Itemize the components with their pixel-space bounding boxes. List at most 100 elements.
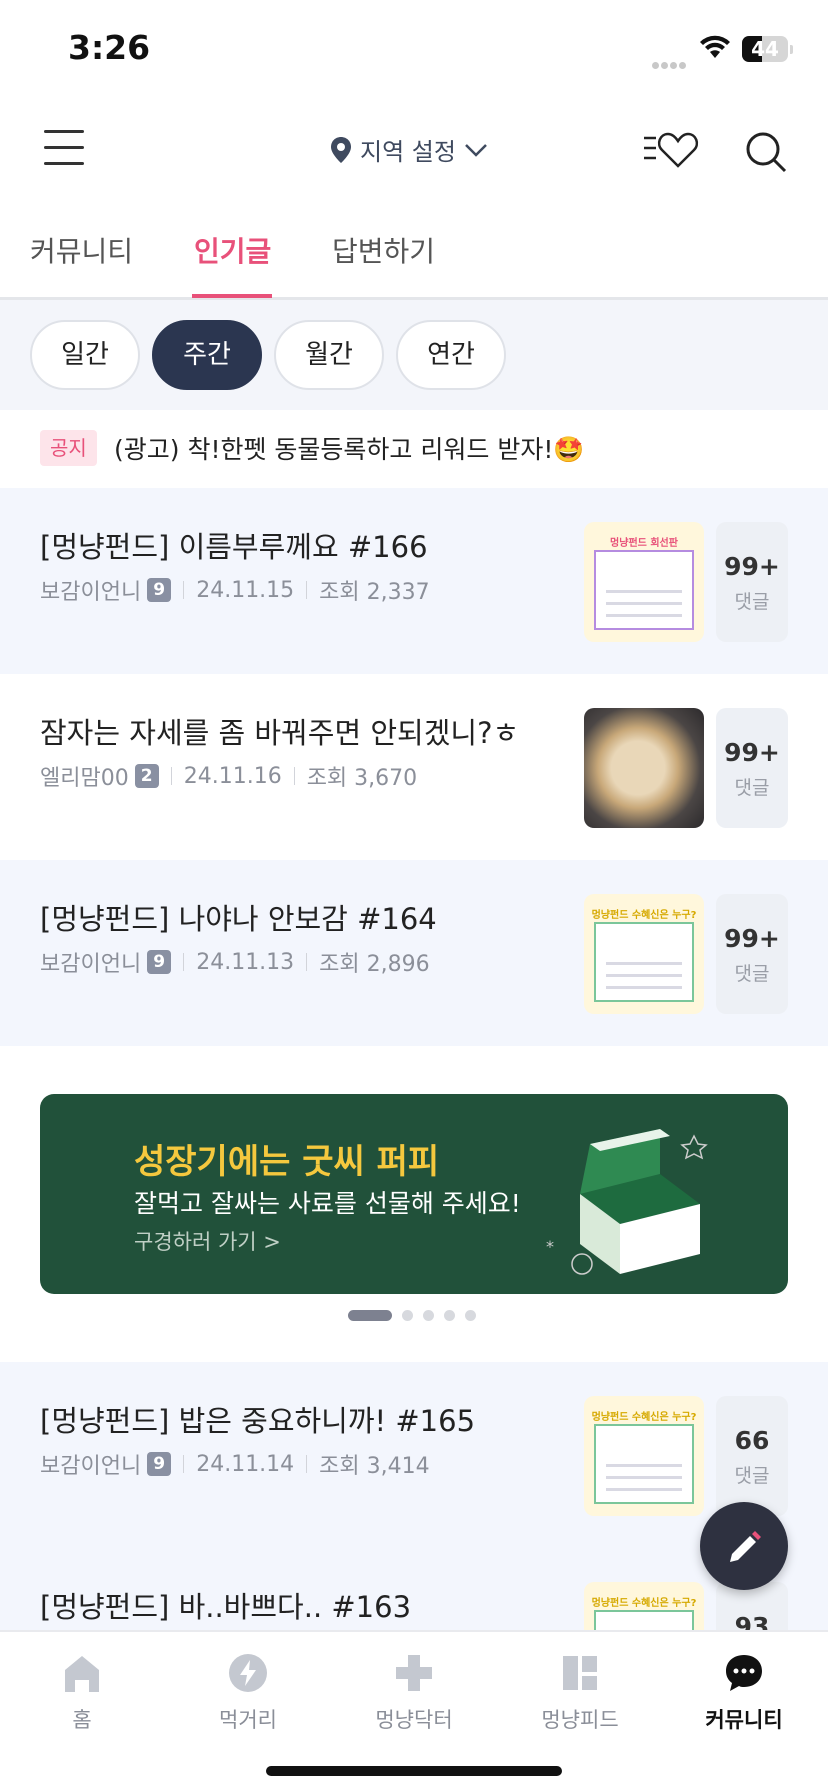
post-title: [멍냥펀드] 밥은 중요하니까! #165 xyxy=(40,1404,476,1438)
user-level-badge: 9 xyxy=(147,578,172,602)
pencil-icon xyxy=(730,1531,761,1562)
feed-icon xyxy=(563,1656,597,1690)
pagination-dot[interactable] xyxy=(444,1310,455,1321)
post-meta: 보감이언니 9 24.11.14 조회 3,414 xyxy=(40,1448,430,1480)
pagination-dot-active[interactable] xyxy=(348,1310,392,1321)
post-thumbnail: 멍냥펀드 수혜신은 누구? xyxy=(584,1396,704,1516)
dog-photo xyxy=(584,708,704,828)
top-tabs: 커뮤니티 인기글 답변하기 xyxy=(0,200,828,300)
battery-icon: 44 xyxy=(742,36,788,62)
food-icon xyxy=(229,1654,267,1692)
nav-community-label: 커뮤니티 xyxy=(705,1708,783,1732)
tab-community[interactable]: 커뮤니티 xyxy=(30,230,133,270)
banner-subtext: 잘먹고 잘싸는 사료를 선물해 주세요! xyxy=(134,1189,521,1218)
comment-count-label: 댓글 xyxy=(734,591,770,613)
post-views: 조회 2,337 xyxy=(319,580,430,605)
menu-icon[interactable] xyxy=(44,130,84,166)
post-thumbnail: 멍냥펀드 수혜신은 누구? xyxy=(584,1582,704,1630)
thumbnail-heading: 멍냥펀드 수혜신은 누구? xyxy=(591,1412,697,1423)
period-weekly-button[interactable]: 주간 xyxy=(152,320,262,390)
post-item[interactable]: [멍냥펀드] 이름부루께요 #166 보감이언니 9 24.11.15 조회 2… xyxy=(0,488,828,674)
period-yearly-button[interactable]: 연간 xyxy=(396,320,506,390)
nav-feed[interactable]: 멍냥피드 xyxy=(520,1652,640,1734)
pagination-dot[interactable] xyxy=(402,1310,413,1321)
post-views: 조회 3,670 xyxy=(306,766,418,791)
comment-count: 99+ 댓글 xyxy=(716,894,788,1014)
thumbnail-heading: 멍냥펀드 수혜신은 누구? xyxy=(591,910,697,921)
location-pin-icon xyxy=(331,136,351,163)
post-date: 24.11.14 xyxy=(196,1451,295,1477)
app-header: 지역 설정 xyxy=(0,100,828,200)
notice-badge: 공지 xyxy=(40,430,97,466)
user-level-badge: 9 xyxy=(147,1452,172,1476)
favorites-list-icon[interactable] xyxy=(642,130,700,170)
nav-home[interactable]: 홈 xyxy=(22,1652,142,1734)
user-level-badge: 9 xyxy=(147,950,172,974)
banner-headline: 성장기에는 굿씨 퍼피 xyxy=(134,1142,440,1182)
period-monthly-button[interactable]: 월간 xyxy=(274,320,384,390)
comment-count-value: 99+ xyxy=(724,552,780,581)
post-item[interactable]: [멍냥펀드] 밥은 중요하니까! #165 보감이언니 9 24.11.14 조… xyxy=(0,1362,828,1548)
home-indicator xyxy=(266,1766,562,1776)
post-date: 24.11.16 xyxy=(183,763,282,789)
user-level-badge: 2 xyxy=(134,764,159,788)
post-item[interactable]: [멍냥펀드] 나야나 안보감 #164 보감이언니 9 24.11.13 조회 … xyxy=(0,860,828,1046)
post-author: 보감이언니 xyxy=(40,1454,142,1479)
post-date: 24.11.13 xyxy=(196,949,295,975)
comment-count-value: 93 xyxy=(734,1612,770,1630)
write-post-button[interactable] xyxy=(700,1502,788,1590)
region-label: 지역 설정 xyxy=(360,138,456,166)
gift-box-icon: * xyxy=(546,1129,708,1275)
post-item[interactable]: 잠자는 자세를 좀 바꿔주면 안되겠니?ㅎ 엘리맘00 2 24.11.16 조… xyxy=(0,674,828,860)
nav-food[interactable]: 먹거리 xyxy=(188,1652,308,1734)
banner-link[interactable]: 구경하러 가기 > xyxy=(134,1226,281,1256)
post-thumbnail: 멍냥펀드 수혜신은 누구? xyxy=(584,894,704,1014)
home-icon xyxy=(65,1656,99,1692)
pagination-dot[interactable] xyxy=(465,1310,476,1321)
nav-doctor[interactable]: 멍냥닥터 xyxy=(354,1652,474,1734)
active-tab-indicator xyxy=(192,294,272,298)
chevron-down-icon xyxy=(465,143,487,157)
medical-cross-icon xyxy=(396,1655,432,1691)
post-thumbnail: 멍냥펀드 회선판 xyxy=(584,522,704,642)
comment-count-label: 댓글 xyxy=(734,1465,770,1487)
post-author: 엘리맘00 xyxy=(40,766,129,791)
pagination-dot[interactable] xyxy=(423,1310,434,1321)
post-title: [멍냥펀드] 이름부루께요 #166 xyxy=(40,530,428,564)
post-author: 보감이언니 xyxy=(40,952,142,977)
tab-answer[interactable]: 답변하기 xyxy=(332,230,435,270)
notice-row[interactable]: 공지 (광고) 착!한펫 동물등록하고 리워드 받자!🤩 xyxy=(0,410,828,488)
notice-text: (광고) 착!한펫 동물등록하고 리워드 받자!🤩 xyxy=(114,435,585,464)
period-filter: 일간 주간 월간 연간 xyxy=(0,300,828,410)
region-selector[interactable]: 지역 설정 xyxy=(330,132,488,167)
banner-pagination xyxy=(348,1310,476,1321)
search-icon[interactable] xyxy=(744,130,788,174)
thumbnail-heading: 멍냥펀드 회선판 xyxy=(610,538,678,549)
promo-banner[interactable]: 성장기에는 굿씨 퍼피 잘먹고 잘싸는 사료를 선물해 주세요! 구경하러 가기… xyxy=(40,1094,788,1294)
period-daily-button[interactable]: 일간 xyxy=(30,320,140,390)
post-title: [멍냥펀드] 바..바쁘다.. #163 xyxy=(40,1590,412,1624)
post-views: 조회 3,414 xyxy=(319,1454,430,1479)
post-author: 보감이언니 xyxy=(40,580,142,605)
nav-feed-label: 멍냥피드 xyxy=(541,1708,619,1732)
status-time: 3:26 xyxy=(68,28,151,67)
battery-level: 44 xyxy=(751,37,779,61)
cellular-icon xyxy=(652,54,690,69)
comment-count-value: 99+ xyxy=(724,924,780,953)
thumbnail-heading: 멍냥펀드 수혜신은 누구? xyxy=(591,1598,697,1609)
chat-bubble-icon xyxy=(726,1655,762,1691)
wifi-icon xyxy=(700,35,730,58)
tab-popular[interactable]: 인기글 xyxy=(194,230,271,270)
comment-count: 99+ 댓글 xyxy=(716,522,788,642)
post-title: [멍냥펀드] 나야나 안보감 #164 xyxy=(40,902,437,936)
nav-food-label: 먹거리 xyxy=(219,1708,277,1732)
post-title: 잠자는 자세를 좀 바꿔주면 안되겠니?ㅎ xyxy=(40,716,520,750)
post-meta: 보감이언니 9 24.11.15 조회 2,337 xyxy=(40,574,430,606)
comment-count-value: 99+ xyxy=(724,738,780,767)
comment-count: 66 댓글 xyxy=(716,1396,788,1516)
comment-count-value: 66 xyxy=(734,1426,770,1455)
svg-text:*: * xyxy=(546,1237,554,1256)
nav-community[interactable]: 커뮤니티 xyxy=(684,1652,804,1734)
post-meta: 엘리맘00 2 24.11.16 조회 3,670 xyxy=(40,760,417,792)
post-meta: 보감이언니 9 24.11.13 조회 2,896 xyxy=(40,946,430,978)
